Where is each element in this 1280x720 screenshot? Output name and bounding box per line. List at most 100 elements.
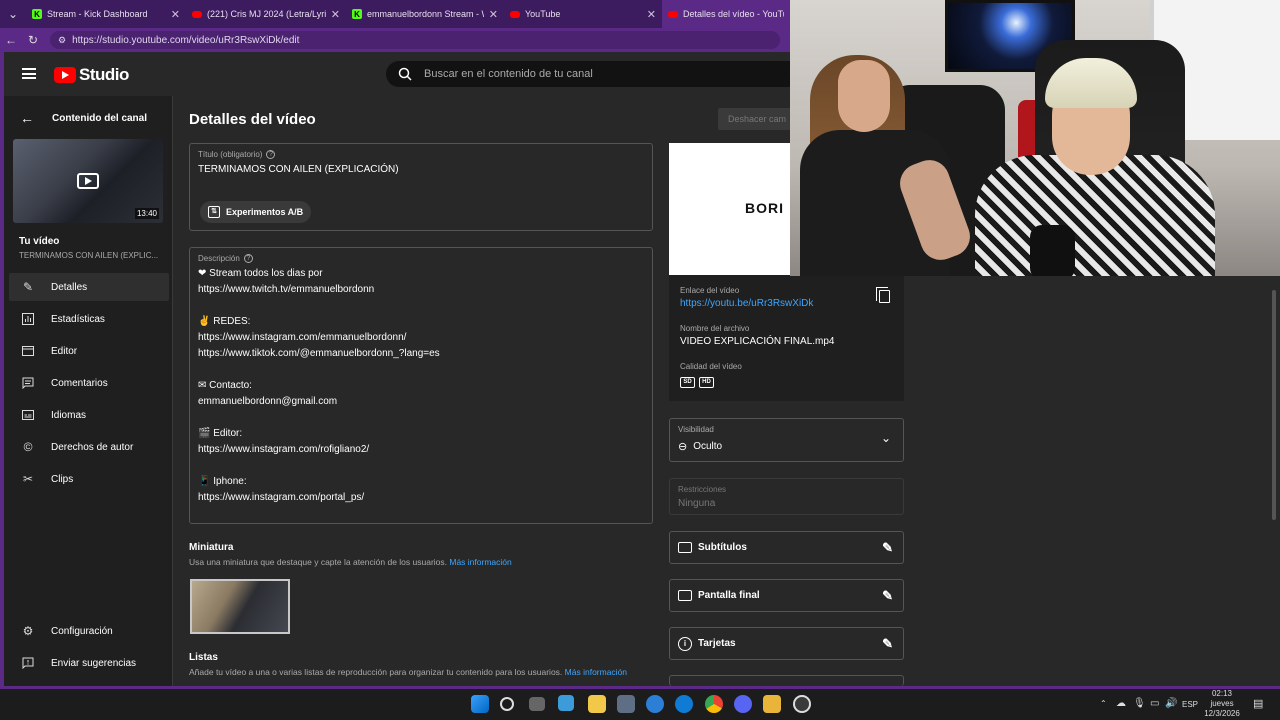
clock-date[interactable]: 12/3/2026 (1202, 709, 1242, 718)
tray-chevron-icon[interactable]: ⌃ (1100, 699, 1107, 708)
title-field[interactable]: Título (obligatorio) ? TERMINAMOS CON AI… (189, 143, 653, 231)
site-info-icon[interactable]: ⚙ (58, 35, 66, 46)
description-line: https://www.instagram.com/portal_ps/ (198, 492, 365, 503)
hd-badge-icon: HD (699, 377, 714, 388)
browser-tab[interactable]: K emmanuelbordonn Stream - Watc ✕ (346, 0, 504, 28)
sidebar-item-comments[interactable]: Comentarios (9, 369, 169, 397)
start-icon[interactable] (471, 695, 489, 713)
subtitles-icon (21, 408, 35, 422)
end-screen-icon (678, 590, 692, 601)
wifi-app-icon[interactable] (646, 695, 664, 713)
app-icon[interactable] (763, 695, 781, 713)
more-row[interactable] (669, 675, 904, 686)
description-line: emmanuelbordonn@gmail.com (198, 396, 338, 407)
youtube-studio-logo[interactable]: Studio (54, 65, 129, 85)
chevron-down-icon: ⌄ (880, 431, 891, 445)
description-line: https://www.tiktok.com/@emmanuelbordonn_… (198, 348, 440, 359)
store-icon[interactable] (617, 695, 635, 713)
sidebar-item-copyright[interactable]: © Derechos de autor (9, 433, 169, 461)
description-line: https://www.instagram.com/rofigliano2/ (198, 444, 370, 455)
visibility-select[interactable]: Visibilidad ⊖ Oculto ⌄ (669, 418, 904, 462)
language-indicator[interactable]: ESP (1182, 700, 1198, 709)
notifications-icon[interactable]: ▤ (1253, 697, 1263, 710)
obs-icon[interactable] (793, 695, 811, 713)
gear-icon: ⚙ (22, 624, 34, 638)
browser-tab[interactable]: (221) Cris MJ 2024 (Letra/Lyrics) M ✕ (186, 0, 346, 28)
tab-menu-chevron-icon[interactable]: ⌄ (0, 0, 26, 28)
learn-more-link[interactable]: Más información (449, 557, 511, 567)
undo-changes-button[interactable]: Deshacer cam (718, 108, 798, 130)
browser-tab[interactable]: K Stream - Kick Dashboard ✕ (26, 0, 186, 28)
learn-more-link[interactable]: Más información (565, 667, 627, 677)
close-icon[interactable]: ✕ (171, 8, 180, 21)
feedback-icon (21, 656, 35, 670)
filename: VIDEO EXPLICACIÓN FINAL.mp4 (680, 336, 835, 347)
close-icon[interactable]: ✕ (331, 8, 340, 21)
video-info-box: Enlace del vídeo https://youtu.be/uRr3Rs… (669, 275, 904, 401)
sidebar-item-clips[interactable]: ✂ Clips (9, 465, 169, 493)
scrollbar[interactable] (1272, 290, 1276, 520)
search-input[interactable]: Buscar en el contenido de tu canal (386, 61, 790, 87)
pencil-icon[interactable]: ✎ (882, 540, 893, 556)
video-link[interactable]: https://youtu.be/uRr3RswXiDk (680, 298, 813, 309)
ab-experiments-button[interactable]: ⇅ Experimentos A/B (200, 201, 312, 223)
description-field[interactable]: Descripción ? ❤ Stream todos los dias po… (189, 247, 653, 524)
reload-icon[interactable]: ↻ (22, 33, 44, 47)
pencil-icon[interactable]: ✎ (882, 636, 893, 652)
sidebar-item-settings[interactable]: ⚙ Configuración (9, 617, 169, 645)
microphone-icon[interactable]: 🎙 (1133, 698, 1146, 709)
close-icon[interactable]: ✕ (489, 8, 498, 21)
analytics-icon (21, 312, 35, 326)
sidebar-item-analytics[interactable]: Estadísticas (9, 305, 169, 333)
webcam-person (838, 60, 890, 132)
browser-tab-bar: ⌄ K Stream - Kick Dashboard ✕ (221) Cris… (0, 0, 790, 28)
title-input[interactable]: TERMINAMOS CON AILEN (EXPLICACIÓN) (198, 164, 399, 175)
task-view-icon[interactable] (529, 697, 545, 711)
subtitles-icon (678, 542, 692, 553)
back-arrow-icon[interactable]: ← (0, 33, 22, 47)
subtitles-row[interactable]: Subtítulos ✎ (669, 531, 904, 564)
video-info-panel: Enlace del vídeo https://youtu.be/uRr3Rs… (669, 275, 904, 686)
selected-thumbnail[interactable] (190, 579, 290, 634)
help-icon[interactable]: ? (266, 150, 276, 159)
thumbnail-section-title: Miniatura (189, 542, 234, 553)
kick-icon: K (352, 9, 362, 19)
volume-icon[interactable]: 🔊 (1165, 698, 1177, 709)
sidebar-item-details[interactable]: ✎ Detalles (9, 273, 169, 301)
sidebar-item-feedback[interactable]: Enviar sugerencias (9, 649, 169, 677)
pencil-icon[interactable]: ✎ (882, 588, 893, 604)
webcam-microphone (1030, 225, 1075, 276)
description-line: 🎬 Editor: (198, 428, 243, 439)
url-field[interactable]: ⚙ https://studio.youtube.com/video/uRr3R… (50, 31, 780, 49)
back-to-content-link[interactable]: ← Contenido del canal (20, 110, 147, 126)
clock-time[interactable]: 02:13 (1206, 689, 1238, 698)
file-explorer-icon[interactable] (588, 695, 606, 713)
taskbar: ⌃ ☁ 🎙 ▭ 🔊 ESP 02:13 jueves 12/3/2026 ▤ (0, 689, 1280, 720)
youtube-icon (192, 10, 202, 18)
description-line: 📱 Iphone: (198, 476, 247, 487)
widgets-icon[interactable] (558, 695, 574, 711)
video-preview[interactable]: BORI (669, 143, 790, 275)
cloud-icon[interactable]: ☁ (1116, 698, 1126, 709)
clock-day[interactable]: jueves (1206, 699, 1238, 708)
help-icon[interactable]: ? (243, 254, 253, 263)
browser-tab[interactable]: YouTube ✕ (504, 0, 662, 28)
play-icon (77, 173, 99, 189)
cards-row[interactable]: i Tarjetas ✎ (669, 627, 904, 660)
menu-icon[interactable] (22, 68, 36, 79)
youtube-icon (510, 10, 520, 18)
discord-icon[interactable] (734, 695, 752, 713)
network-icon[interactable]: ▭ (1150, 698, 1159, 709)
chrome-icon[interactable] (705, 695, 723, 713)
sidebar-item-languages[interactable]: Idiomas (9, 401, 169, 429)
copy-icon[interactable] (876, 287, 890, 303)
copyright-icon: © (23, 440, 33, 454)
browser-tab-active[interactable]: Detalles del vídeo - YouTube (662, 0, 790, 28)
thumbnail-section-subtitle: Usa una miniatura que destaque y capte l… (189, 557, 512, 567)
search-icon[interactable] (500, 697, 514, 711)
close-icon[interactable]: ✕ (647, 8, 656, 21)
sidebar-item-editor[interactable]: Editor (9, 337, 169, 365)
edge-icon[interactable] (675, 695, 693, 713)
video-thumbnail[interactable]: 13:40 (13, 139, 163, 223)
end-screen-row[interactable]: Pantalla final ✎ (669, 579, 904, 612)
